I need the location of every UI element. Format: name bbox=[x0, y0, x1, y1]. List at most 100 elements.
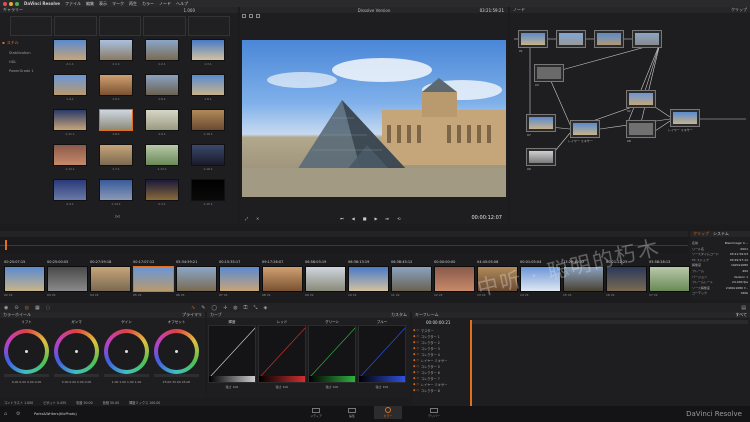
curves-tool-icon[interactable]: ∿ bbox=[191, 305, 195, 311]
page-deliver-button[interactable]: デリバー bbox=[420, 406, 448, 419]
still-thumbnail[interactable] bbox=[191, 179, 225, 201]
qualifier-icon[interactable]: ✎ bbox=[201, 305, 205, 311]
wheel-center-handle[interactable] bbox=[25, 350, 28, 353]
rgb-mixer-icon[interactable]: ▦ bbox=[35, 305, 40, 311]
timeline-clip[interactable] bbox=[133, 266, 174, 292]
minimize-window-button[interactable] bbox=[9, 1, 13, 6]
still-thumbnail[interactable] bbox=[53, 39, 87, 61]
node-03[interactable] bbox=[556, 30, 586, 48]
keyframe-diamond-icon[interactable]: ◆ ◇ bbox=[413, 376, 419, 381]
curve-strength[interactable]: 強さ 100 bbox=[358, 385, 406, 389]
wheel-master-slider[interactable] bbox=[104, 374, 149, 377]
keyframe-track[interactable]: ◆ ◇ コレクター 6 bbox=[413, 370, 465, 375]
album-item-powergrade[interactable]: PowerGrade 1 bbox=[2, 69, 46, 73]
node-08[interactable] bbox=[626, 120, 656, 138]
keyframe-playhead[interactable] bbox=[470, 320, 472, 406]
menu-playback[interactable]: 再生 bbox=[129, 1, 137, 7]
still-thumbnail[interactable] bbox=[99, 39, 133, 61]
still-thumbnail[interactable] bbox=[145, 109, 179, 131]
color-wheel[interactable] bbox=[104, 329, 149, 374]
wheel-master-slider[interactable] bbox=[4, 374, 49, 377]
node-01[interactable] bbox=[518, 30, 548, 48]
keyframe-track[interactable]: ◆ ◇ レイヤー ミキサー bbox=[413, 382, 465, 387]
keyframe-track[interactable]: ◆ ◇ コレクター 7 bbox=[413, 376, 465, 381]
zoom-window-button[interactable] bbox=[15, 1, 19, 6]
timeline-clip[interactable] bbox=[176, 266, 217, 292]
window-controls[interactable] bbox=[3, 1, 19, 6]
menu-help[interactable]: ヘルプ bbox=[176, 1, 188, 7]
keyframe-diamond-icon[interactable]: ◆ ◇ bbox=[413, 388, 419, 393]
gallery-view-tab[interactable] bbox=[143, 16, 186, 36]
node-07[interactable] bbox=[526, 114, 556, 132]
camera-raw-icon[interactable]: ◉ bbox=[4, 305, 8, 311]
keyframe-track[interactable]: ◆ ◇ コレクター 5 bbox=[413, 364, 465, 369]
key-icon[interactable]: ⚿ bbox=[244, 305, 248, 311]
close-window-button[interactable] bbox=[3, 1, 7, 6]
menu-nodes[interactable]: ノード bbox=[159, 1, 171, 7]
keyframe-track[interactable]: ◆ ◇ コレクター 4 bbox=[413, 352, 465, 357]
keyframe-diamond-icon[interactable]: ◆ ◇ bbox=[413, 364, 419, 369]
blur-icon[interactable]: ◍ bbox=[233, 305, 237, 311]
node-layer-mixer-1[interactable] bbox=[570, 120, 600, 138]
still-thumbnail[interactable] bbox=[99, 74, 133, 96]
settings-icon[interactable]: ⚙ bbox=[16, 411, 20, 417]
still-thumbnail[interactable] bbox=[145, 179, 179, 201]
jump-end-icon[interactable]: ⏭ bbox=[386, 216, 390, 221]
timeline-clip[interactable] bbox=[47, 266, 88, 292]
still-thumbnail[interactable] bbox=[145, 144, 179, 166]
still-thumbnail[interactable] bbox=[191, 39, 225, 61]
still-thumbnail[interactable] bbox=[145, 74, 179, 96]
color-match-icon[interactable]: ⊙ bbox=[14, 305, 18, 311]
node-06[interactable] bbox=[626, 90, 656, 108]
node-05[interactable] bbox=[534, 64, 564, 82]
menu-edit[interactable]: 編集 bbox=[86, 1, 94, 7]
wipe-icon[interactable] bbox=[249, 14, 253, 18]
still-thumbnail[interactable] bbox=[191, 109, 225, 131]
keyframe-track[interactable]: ◆ ◇ コレクター 2 bbox=[413, 340, 465, 345]
still-thumbnail[interactable] bbox=[53, 74, 87, 96]
gallery-grip-icon[interactable]: ⋈ bbox=[115, 214, 120, 220]
timeline-clip[interactable] bbox=[4, 266, 45, 292]
still-thumbnail[interactable] bbox=[191, 74, 225, 96]
album-item-stills[interactable]: ▪ スチル bbox=[2, 40, 46, 46]
window-icon[interactable]: ◯ bbox=[211, 305, 217, 311]
gallery-view-tab[interactable] bbox=[10, 16, 53, 36]
keyframe-ruler[interactable] bbox=[470, 320, 748, 406]
gallery-view-tab[interactable] bbox=[98, 16, 142, 36]
menu-color[interactable]: カラー bbox=[142, 1, 154, 7]
tracker-icon[interactable]: ✛ bbox=[223, 305, 227, 311]
tab-system[interactable]: システム bbox=[713, 231, 729, 237]
gallery-view-tab[interactable] bbox=[187, 16, 231, 36]
menu-mark[interactable]: マーク bbox=[112, 1, 124, 7]
loop-icon[interactable]: ⟲ bbox=[397, 216, 400, 221]
split-icon[interactable] bbox=[256, 14, 260, 18]
scopes-icon[interactable]: ▤ bbox=[741, 305, 746, 311]
node-04[interactable] bbox=[632, 30, 662, 48]
app-name-menu[interactable]: DaVinci Resolve bbox=[24, 1, 60, 6]
pivot-value[interactable]: ピボット 0.435 bbox=[43, 400, 66, 405]
still-thumbnail[interactable] bbox=[99, 109, 133, 131]
wheel-master-slider[interactable] bbox=[154, 374, 199, 377]
page-color-button[interactable]: カラー bbox=[374, 406, 402, 419]
play-reverse-icon[interactable]: ◀ bbox=[352, 216, 355, 221]
viewer-mode-icon[interactable] bbox=[242, 14, 246, 18]
timeline-clip[interactable] bbox=[391, 266, 432, 292]
saturation-value[interactable]: 彩度 50.00 bbox=[76, 400, 93, 405]
motion-effects-icon[interactable]: ◌ bbox=[46, 305, 50, 311]
keyframe-diamond-icon[interactable]: ◆ ◇ bbox=[413, 352, 419, 357]
timeline-clip[interactable] bbox=[649, 266, 690, 292]
color-wheel[interactable] bbox=[154, 329, 199, 374]
keyframe-track[interactable]: ◆ ◇ コレクター 3 bbox=[413, 346, 465, 351]
color-wheel[interactable] bbox=[4, 329, 49, 374]
curve-strength[interactable]: 強さ 100 bbox=[258, 385, 306, 389]
lum-mix-value[interactable]: 輝度ミックス 100.00 bbox=[129, 400, 160, 405]
home-icon[interactable]: ⌂ bbox=[4, 411, 7, 417]
still-thumbnail[interactable] bbox=[99, 144, 133, 166]
timeline-clip[interactable] bbox=[262, 266, 303, 292]
sizing-icon[interactable]: ⤡ bbox=[253, 305, 257, 311]
timeline-clip[interactable] bbox=[90, 266, 131, 292]
page-edit-button[interactable]: 編集 bbox=[338, 406, 366, 419]
wheel-center-handle[interactable] bbox=[125, 350, 128, 353]
node-02[interactable] bbox=[594, 30, 624, 48]
keyframe-diamond-icon[interactable]: ◆ ◇ bbox=[413, 340, 419, 345]
